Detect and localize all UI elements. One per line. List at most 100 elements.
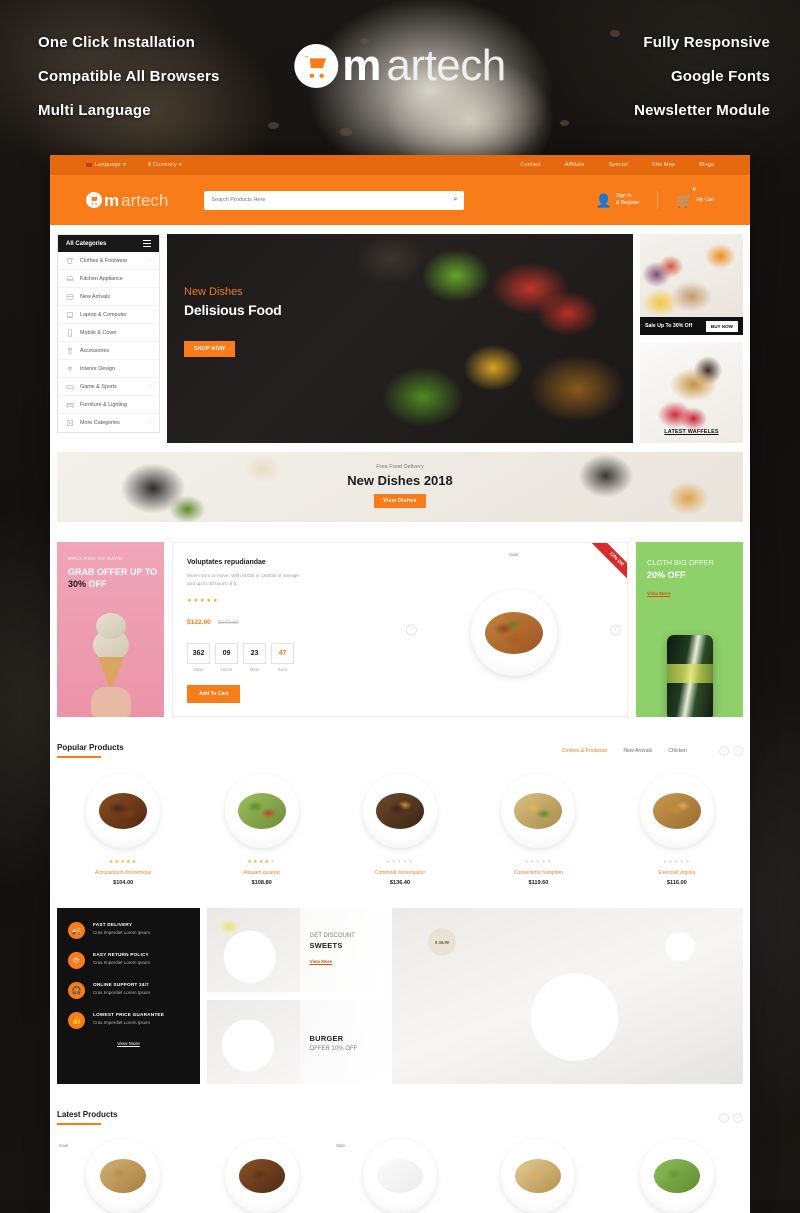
- promo-feature: One Click Installation: [38, 34, 195, 51]
- view-dishes-button[interactable]: View Dishes: [374, 494, 426, 508]
- logo-text-bold: m: [104, 190, 120, 210]
- currency-selector[interactable]: $ Currency ▾: [148, 162, 182, 168]
- nav-link-affiliate[interactable]: Affiliate: [565, 162, 585, 168]
- sidebar-item-game-sports[interactable]: Game & Sports ›: [58, 378, 159, 396]
- service-title: LOWEST PRICE GUARANTEE: [93, 1012, 165, 1017]
- deal-price-current: $122.00: [187, 619, 211, 626]
- price-badge: $ 36.99: [428, 928, 456, 956]
- section-title: Popular Products: [57, 743, 124, 758]
- product-card[interactable]: ★★★★★ Commodi consequatur $136.40: [334, 772, 466, 886]
- side-banner-waffles[interactable]: LATEST WAFFELES: [640, 342, 743, 443]
- product-name[interactable]: Aliquam quaerat: [195, 870, 327, 876]
- sidebar-item-kitchen-appliance[interactable]: Kitchen Appliance: [58, 270, 159, 288]
- search-box[interactable]: ⌕: [204, 190, 465, 210]
- product-card[interactable]: [472, 1139, 604, 1213]
- side-banners: Sale Up To 30% Off BUY NOW LATEST WAFFEL…: [640, 234, 743, 443]
- sidebar-item-accessories[interactable]: Accessories: [58, 342, 159, 360]
- hero-banner[interactable]: New Dishes Delisious Food SHOP NOW: [167, 234, 633, 443]
- deal-product-name[interactable]: Voluptates repudiandae: [187, 559, 400, 566]
- countdown-days: 362 Days: [187, 643, 210, 672]
- countdown-hours: 09 Hours: [215, 643, 238, 672]
- nav-link-special[interactable]: Special: [608, 162, 627, 168]
- product-card[interactable]: Sale: [57, 1139, 189, 1213]
- product-name[interactable]: Commodi consequatur: [334, 870, 466, 876]
- category-header[interactable]: All Categories: [58, 235, 159, 252]
- product-rating: ★★★★★: [108, 859, 138, 865]
- account-button[interactable]: 👤 Sign In & Register: [596, 193, 640, 207]
- hamburger-icon[interactable]: [143, 239, 151, 248]
- site-header: m artech ⌕ 👤 Sign In & Register 🛒0 My Ca…: [50, 175, 750, 225]
- sidebar-item-furniture-lighting[interactable]: Furniture & Lighting: [58, 396, 159, 414]
- sidebar-item-interior-design[interactable]: Interior Design: [58, 360, 159, 378]
- deal-product-description: More room to move. With 80GB or 160GB of…: [187, 574, 299, 587]
- popular-next-button[interactable]: ›: [733, 745, 743, 756]
- deal-left-percent: 30%: [68, 579, 87, 589]
- sidebar-item-more-categories[interactable]: More Categories ›: [58, 414, 159, 432]
- deal-left-eyebrow: ONLY FOR TO DAYS!: [68, 556, 124, 561]
- hero-section: All Categories Clothes & Footwear › Kitch…: [50, 225, 750, 443]
- service-title: FAST DELIVERY: [93, 922, 133, 927]
- sidebar-item-mobile-cover[interactable]: Mobile & Cover: [58, 324, 159, 342]
- sidebar-item-label: Game & Sports: [80, 383, 117, 390]
- latest-prev-button[interactable]: ‹: [719, 1112, 729, 1123]
- nav-link-blogs[interactable]: Blogs: [699, 162, 714, 168]
- product-name[interactable]: Exercitat virginia: [611, 870, 743, 876]
- view-more-link[interactable]: View More: [647, 592, 671, 597]
- product-card[interactable]: Sale: [334, 1139, 466, 1213]
- deal-rating: ★★★★★: [187, 598, 220, 604]
- search-input[interactable]: [211, 197, 454, 203]
- latest-next-button[interactable]: ›: [733, 1112, 743, 1123]
- chevron-right-icon: ›: [149, 257, 151, 264]
- countdown-label: Hours: [220, 667, 233, 672]
- tab-clothes-footwear[interactable]: Clothes & Footwear: [562, 748, 608, 754]
- mini-banner-sweets[interactable]: GET DISCOUNT SWEETS View More: [207, 908, 385, 992]
- product-card[interactable]: ★★★★★ Exercitat virginia $116.00: [611, 772, 743, 886]
- services-view-more-link[interactable]: View More: [68, 1042, 189, 1047]
- product-card[interactable]: ★★★★★ Accusantium doloremque $104.00: [57, 772, 189, 886]
- add-to-cart-button[interactable]: Add To Cart: [187, 685, 241, 703]
- cart-button[interactable]: 🛒 0 My Cart: [676, 187, 714, 207]
- deal-banner-icecream[interactable]: ONLY FOR TO DAYS! GRAB OFFER UP TO 30% OF…: [57, 542, 164, 717]
- product-price: $119.60: [528, 880, 549, 886]
- side-banner-sale[interactable]: Sale Up To 30% Off BUY NOW: [640, 234, 743, 335]
- tab-chicken[interactable]: Chicken: [668, 748, 687, 754]
- product-card[interactable]: ★★★★★ Aliquam quaerat $108.80: [195, 772, 327, 886]
- nav-link-contact[interactable]: Contact: [520, 162, 540, 168]
- promo-feature: Fully Responsive: [643, 34, 770, 51]
- mini-banner-burger[interactable]: BURGER OFFER 10% OFF: [207, 1000, 385, 1084]
- site-logo[interactable]: m artech: [86, 192, 168, 209]
- nav-link-sitemap[interactable]: Site Map: [652, 162, 675, 168]
- language-selector[interactable]: Language ▾: [86, 162, 126, 168]
- product-card[interactable]: ★★★★★ Consectetur hampden $119.60: [472, 772, 604, 886]
- product-card[interactable]: [611, 1139, 743, 1213]
- mid-banner[interactable]: Free Food Delivery New Dishes 2018 View …: [57, 452, 743, 522]
- hero-title: Delisious Food: [184, 302, 282, 318]
- product-rating: ★★★★★: [662, 859, 692, 865]
- product-rating: ★★★★★: [385, 859, 415, 865]
- search-icon[interactable]: ⌕: [453, 196, 457, 204]
- product-name[interactable]: Consectetur hampden: [472, 870, 604, 876]
- sidebar-item-laptop-computer[interactable]: Laptop & Computer: [58, 306, 159, 324]
- brand-name-light: artech: [386, 41, 506, 90]
- countdown-value: 362: [187, 643, 210, 664]
- feature-banner-breakfast[interactable]: $ 36.99: [392, 908, 743, 1084]
- popular-prev-button[interactable]: ‹: [719, 745, 729, 756]
- shop-now-button[interactable]: SHOP NOW: [184, 341, 236, 357]
- section-title: Latest Products: [57, 1110, 117, 1125]
- brand-logo-hero: m artech: [294, 41, 506, 90]
- sidebar-item-new-arrivals[interactable]: New Arrivals: [58, 288, 159, 306]
- buy-now-button[interactable]: BUY NOW: [705, 320, 738, 332]
- deal-section: ONLY FOR TO DAYS! GRAB OFFER UP TO 30% OF…: [50, 522, 750, 717]
- tab-new-arrivals[interactable]: New Arrivals: [623, 748, 652, 754]
- deal-banner-cloth[interactable]: CLOTH BIG OFFER 20% OFF View More: [636, 542, 743, 717]
- carousel-prev-button[interactable]: ‹: [406, 624, 417, 635]
- register-label: & Register: [615, 200, 640, 206]
- sidebar-item-clothes-footwear[interactable]: Clothes & Footwear ›: [58, 252, 159, 270]
- product-name[interactable]: Accusantium doloremque: [57, 870, 189, 876]
- promo-feature: Newsletter Module: [634, 102, 770, 119]
- product-card[interactable]: [195, 1139, 327, 1213]
- view-more-link[interactable]: View More: [310, 959, 333, 964]
- chevron-right-icon: ›: [149, 420, 151, 426]
- carousel-next-button[interactable]: ›: [610, 624, 621, 635]
- sale-label: Sale: [508, 553, 519, 558]
